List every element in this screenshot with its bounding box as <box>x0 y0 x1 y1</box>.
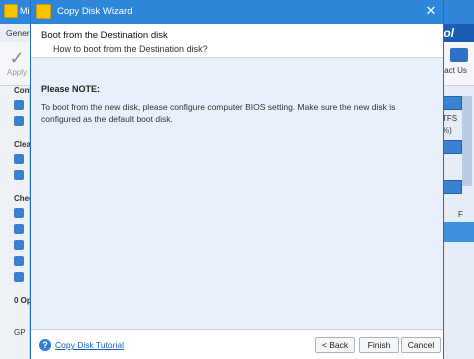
wizard-content: Please NOTE: To boot from the new disk, … <box>31 58 443 330</box>
disk-bar[interactable] <box>442 96 462 110</box>
contact-icon <box>450 48 468 62</box>
copy-disk-wizard-dialog: Copy Disk Wizard ✕ Boot from the Destina… <box>30 0 444 359</box>
apply-label: Apply <box>6 68 27 77</box>
convert-alt-icon[interactable] <box>14 116 24 126</box>
tab-general[interactable]: Genera <box>0 24 30 42</box>
partition-fs-label: TFS <box>442 114 458 123</box>
disk-bar[interactable] <box>442 180 462 194</box>
check-icon: ✓ <box>9 48 25 68</box>
wizard-step-header: Boot from the Destination disk How to bo… <box>31 24 443 58</box>
disk-bar[interactable] <box>442 140 462 154</box>
step-title: Boot from the Destination disk <box>41 30 168 41</box>
action-sidebar <box>0 86 30 359</box>
note-text: To boot from the new disk, please config… <box>41 102 396 124</box>
properties-icon[interactable] <box>14 272 24 282</box>
globe-icon[interactable] <box>14 256 24 266</box>
selected-partition-bar[interactable] <box>442 222 474 242</box>
disk-legend-label: GP <box>14 328 26 337</box>
back-button[interactable]: < Back <box>315 337 355 353</box>
dialog-titlebar: Copy Disk Wizard ✕ <box>31 0 443 24</box>
copy-disk-tutorial-link[interactable]: Copy Disk Tutorial <box>55 340 124 350</box>
cancel-button[interactable]: Cancel <box>401 337 441 353</box>
partition-label: F <box>458 210 463 219</box>
sidebar-section-clean: Clea <box>14 140 31 149</box>
step-subtitle: How to boot from the Destination disk? <box>53 44 208 54</box>
finish-button[interactable]: Finish <box>359 337 399 353</box>
list-icon[interactable] <box>14 240 24 250</box>
convert-icon[interactable] <box>14 100 24 110</box>
contact-us-button[interactable]: tact Us <box>442 48 474 75</box>
vertical-scrollbar[interactable] <box>462 96 472 186</box>
wizard-icon <box>36 4 51 19</box>
check-disk-icon[interactable] <box>14 208 24 218</box>
close-icon[interactable]: ✕ <box>423 3 439 19</box>
contact-label: tact Us <box>442 66 467 75</box>
tools-icon[interactable] <box>14 224 24 234</box>
wizard-footer: ? Copy Disk Tutorial < Back Finish Cance… <box>31 331 443 359</box>
note-title: Please NOTE: <box>41 84 101 94</box>
apply-button[interactable]: ✓ Apply <box>4 48 30 77</box>
clean-icon[interactable] <box>14 154 24 164</box>
app-logo-icon <box>4 4 18 18</box>
help-icon[interactable]: ? <box>39 339 51 351</box>
dialog-title: Copy Disk Wizard <box>57 6 133 17</box>
main-window-title: Mi <box>20 6 30 16</box>
clean-alt-icon[interactable] <box>14 170 24 180</box>
